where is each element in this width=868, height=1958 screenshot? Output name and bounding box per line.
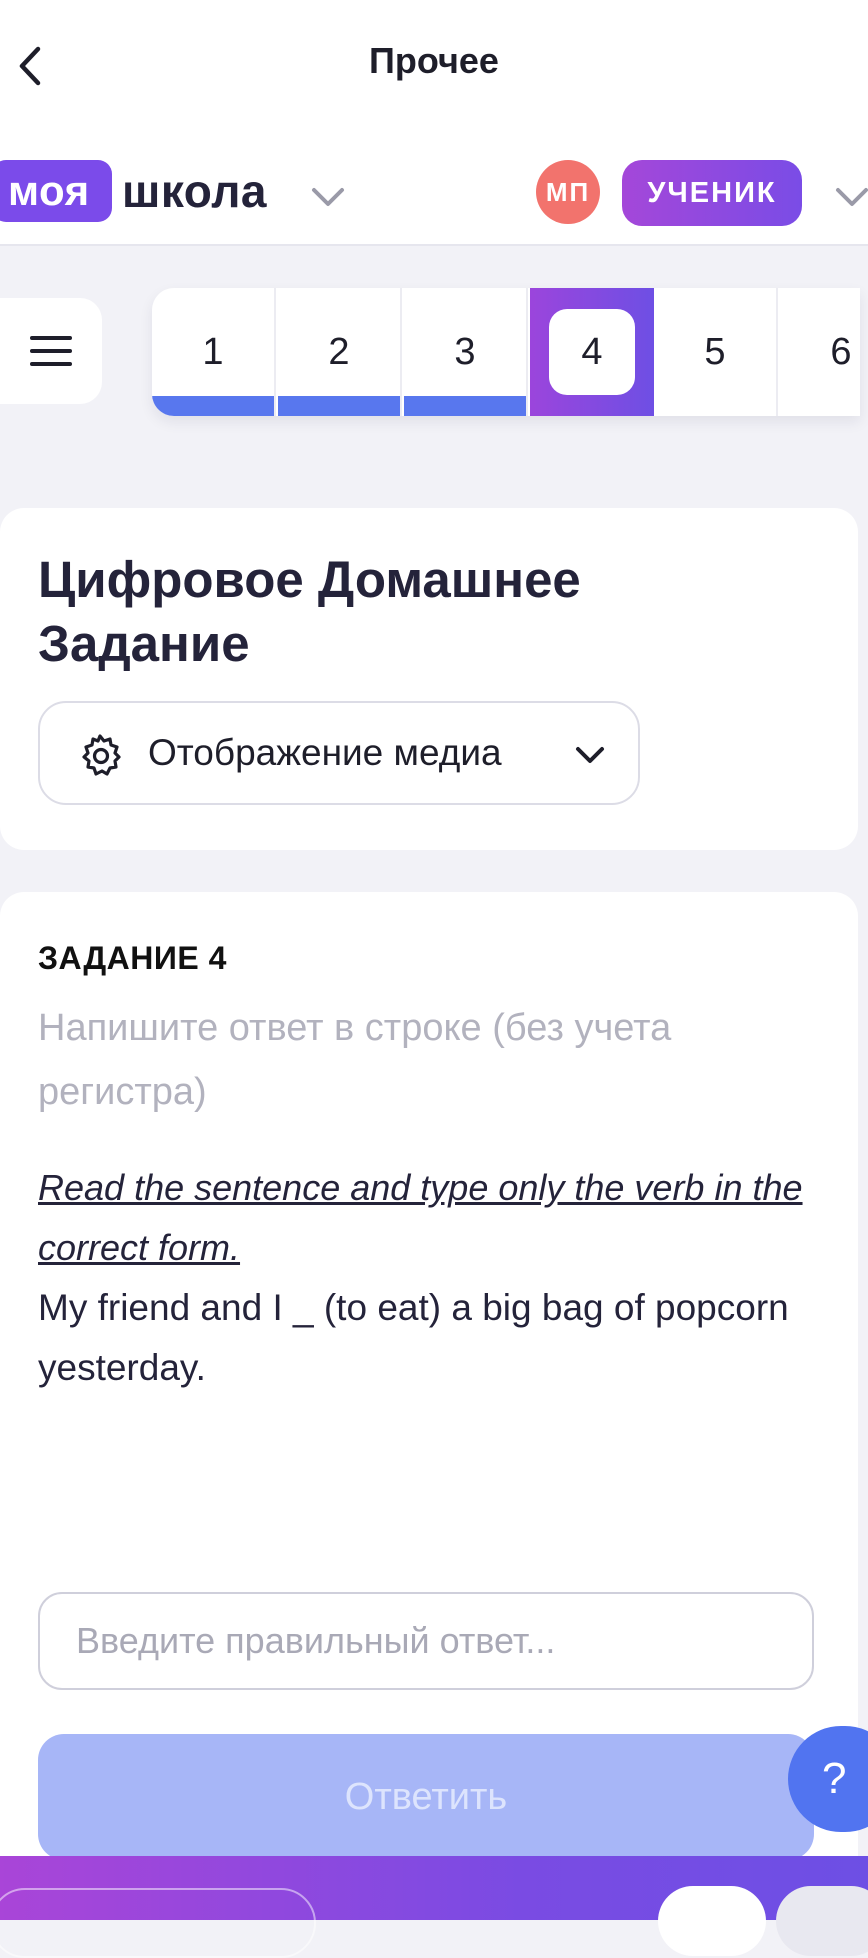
hamburger-menu-icon xyxy=(30,336,72,366)
task-hint: Напишите ответ в строке (без учета регис… xyxy=(38,1007,672,1113)
chevron-down-icon[interactable] xyxy=(832,182,868,212)
app-bar: Прочее xyxy=(0,0,868,132)
task-tab-4[interactable]: 4 xyxy=(530,288,654,416)
media-display-select[interactable]: Отображение медиа xyxy=(38,701,640,805)
task-sentence: My friend and I _ (to eat) a big bag of … xyxy=(38,1287,789,1388)
avatar[interactable]: МП xyxy=(536,160,600,224)
page-title: Цифровое Домашнее Задание xyxy=(38,551,581,672)
task-tab-number: 4 xyxy=(581,330,603,373)
role-badge[interactable]: УЧЕНИК xyxy=(622,160,802,226)
bottom-nav-button[interactable] xyxy=(0,1888,316,1958)
task-tab-number: 6 xyxy=(830,330,852,373)
logo-moya: моя xyxy=(0,160,112,222)
task-tab-6[interactable]: 6 xyxy=(780,288,860,416)
chevron-down-icon xyxy=(576,747,604,763)
answer-input[interactable] xyxy=(38,1592,814,1690)
submit-answer-button[interactable]: Ответить xyxy=(38,1734,814,1860)
bottom-action-button[interactable] xyxy=(776,1886,868,1956)
gear-icon xyxy=(82,734,121,776)
bottom-action-button[interactable] xyxy=(658,1886,766,1956)
task-tab-number: 2 xyxy=(328,330,350,373)
chevron-down-icon[interactable] xyxy=(308,182,348,212)
task-tab-number: 5 xyxy=(704,330,726,373)
task-tab-2[interactable]: 2 xyxy=(278,288,402,416)
task-tab-5[interactable]: 5 xyxy=(654,288,778,416)
app-bar-title: Прочее xyxy=(369,40,499,81)
task-instruction: Read the sentence and type only the verb… xyxy=(38,1167,803,1268)
task-tab-number: 1 xyxy=(202,330,224,373)
school-header: моя школа МП УЧЕНИК xyxy=(0,132,868,246)
task-tab-number: 3 xyxy=(454,330,476,373)
task-tab-1[interactable]: 1 xyxy=(152,288,276,416)
task-heading: ЗАДАНИЕ 4 xyxy=(38,940,227,976)
menu-button[interactable] xyxy=(0,298,102,404)
task-navigation: 1 2 3 4 5 6 xyxy=(152,288,860,416)
task-tab-3[interactable]: 3 xyxy=(404,288,528,416)
media-select-label: Отображение медиа xyxy=(148,732,502,773)
logo-shkola: школа xyxy=(122,165,268,217)
